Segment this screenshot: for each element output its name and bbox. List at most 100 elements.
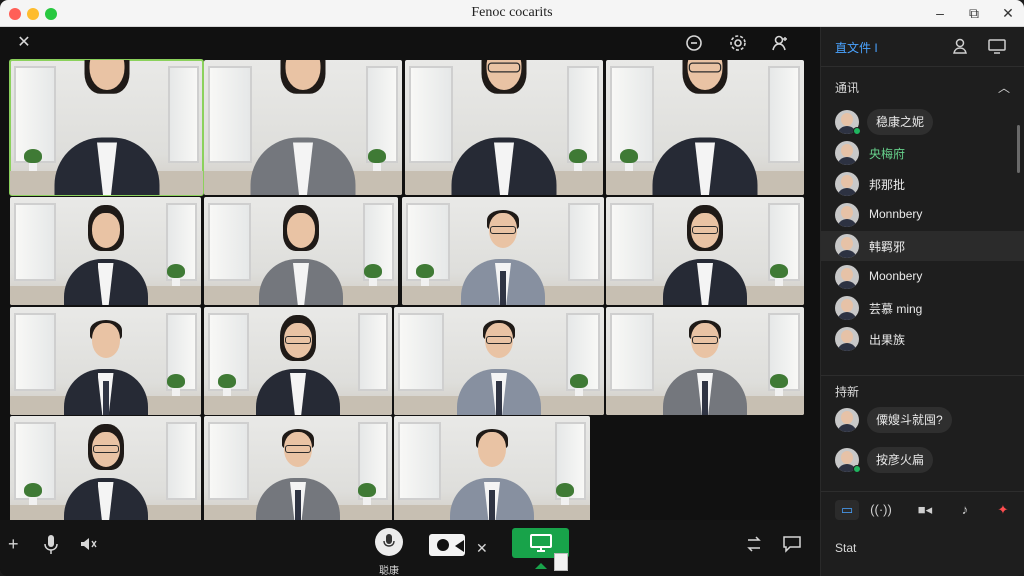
participants-section-title: 通讯 bbox=[835, 81, 860, 95]
participant-name: 邦那批 bbox=[869, 178, 906, 192]
participant-video-tile[interactable] bbox=[204, 307, 392, 415]
sidebar: 直文件 I 通讯 ︿ 稳康之妮央梅府邦那批 Monnbery 韩羁邪 Moonbery… bbox=[820, 27, 1024, 576]
app-window: Fenoc cocarits – ⧉ ✕ ✕ + 聪康 ✕ 直文件 I 通讯 ︿… bbox=[0, 0, 1024, 576]
settings-icon[interactable] bbox=[728, 33, 748, 53]
close-icon[interactable]: ✕ bbox=[998, 3, 1018, 23]
participant-figure bbox=[442, 416, 542, 524]
stage-toolbar: ✕ bbox=[0, 27, 820, 60]
message-bubble: 僳嫂斗就囤? bbox=[867, 407, 952, 433]
chat-icon[interactable] bbox=[782, 534, 804, 558]
person-icon[interactable] bbox=[951, 37, 969, 55]
close-camera-icon[interactable]: ✕ bbox=[476, 538, 488, 558]
participant-figure bbox=[655, 307, 755, 415]
participant-video-tile[interactable] bbox=[9, 59, 204, 196]
messages-section-title: 持新 bbox=[835, 385, 860, 399]
participant-video-tile[interactable] bbox=[606, 197, 804, 305]
close-panel-icon[interactable]: ✕ bbox=[14, 33, 34, 53]
participant-name: 出果族 bbox=[869, 333, 906, 347]
plant-decoration bbox=[24, 148, 42, 171]
participant-name: 韩羁邪 bbox=[869, 240, 906, 254]
avatar bbox=[835, 327, 859, 351]
avatar bbox=[835, 296, 859, 320]
participant-row[interactable]: 邦那批 bbox=[821, 169, 1024, 199]
video-grid bbox=[0, 27, 820, 547]
participant-video-tile[interactable] bbox=[10, 416, 201, 524]
camera-button[interactable] bbox=[429, 534, 465, 556]
message-bubble: 按彦火扁 bbox=[867, 447, 934, 473]
participant-video-tile[interactable] bbox=[606, 307, 804, 415]
bell-icon[interactable]: ♪ bbox=[953, 500, 977, 520]
participant-video-tile[interactable] bbox=[10, 307, 201, 415]
plant-decoration bbox=[620, 148, 638, 171]
plant-decoration bbox=[569, 148, 587, 171]
participant-video-tile[interactable] bbox=[394, 416, 590, 524]
sidebar-header: 直文件 I bbox=[821, 27, 1024, 67]
online-status-dot bbox=[853, 127, 861, 135]
plant-decoration bbox=[358, 482, 376, 505]
title-bar: Fenoc cocarits – ⧉ ✕ bbox=[0, 0, 1024, 27]
sidebar-dock: ▭ ((·)) ■◂ ♪ ✦ bbox=[821, 491, 1024, 527]
participant-figure bbox=[248, 416, 348, 524]
restore-icon[interactable]: ⧉ bbox=[964, 3, 984, 23]
speaker-muted-icon[interactable] bbox=[78, 534, 98, 558]
plant-decoration bbox=[556, 482, 574, 505]
participant-name: 稳康之妮 bbox=[867, 109, 934, 135]
message-row[interactable]: 按彦火扁 bbox=[821, 445, 1024, 475]
participant-row[interactable]: 芸慕 ming bbox=[821, 293, 1024, 323]
window-title: Fenoc cocarits bbox=[471, 5, 553, 20]
participant-row[interactable]: 出果族 bbox=[821, 324, 1024, 354]
mute-label: 聪康 bbox=[379, 566, 399, 576]
video-icon[interactable]: ■◂ bbox=[913, 500, 937, 520]
plant-decoration bbox=[167, 373, 185, 396]
participant-name: 芸慕 ming bbox=[869, 302, 923, 316]
avatar bbox=[835, 408, 859, 432]
participant-figure bbox=[56, 416, 156, 524]
participant-row[interactable]: Monnbery bbox=[821, 200, 1024, 230]
minimize-icon[interactable]: – bbox=[930, 3, 950, 23]
plant-decoration bbox=[770, 263, 788, 286]
footer-label[interactable]: Stat bbox=[835, 541, 856, 555]
plant-decoration bbox=[368, 148, 386, 171]
participant-figure bbox=[442, 60, 567, 195]
participant-row[interactable]: 韩羁邪 bbox=[821, 231, 1024, 261]
participant-row[interactable]: Moonbery bbox=[821, 262, 1024, 292]
participant-figure bbox=[453, 197, 553, 305]
participant-video-tile[interactable] bbox=[204, 60, 402, 195]
plant-decoration bbox=[24, 482, 42, 505]
share-preview-thumbnail[interactable] bbox=[554, 553, 568, 571]
participant-video-tile[interactable] bbox=[402, 197, 604, 305]
participant-row[interactable]: 稳康之妮 bbox=[821, 107, 1024, 137]
record-icon[interactable] bbox=[684, 33, 704, 53]
plant-decoration bbox=[364, 263, 382, 286]
alert-icon[interactable]: ✦ bbox=[991, 500, 1015, 520]
screen-share-icon[interactable]: ▭ bbox=[835, 500, 859, 520]
mute-button[interactable] bbox=[375, 528, 403, 556]
participant-video-tile[interactable] bbox=[204, 416, 392, 524]
participant-figure bbox=[56, 307, 156, 415]
meeting-stage: ✕ bbox=[0, 27, 820, 576]
microphone-icon[interactable] bbox=[42, 534, 60, 560]
participant-row[interactable]: 央梅府 bbox=[821, 138, 1024, 168]
add-icon[interactable]: + bbox=[8, 534, 19, 554]
participant-video-tile[interactable] bbox=[405, 60, 603, 195]
control-bar: + bbox=[0, 520, 820, 576]
avatar bbox=[835, 141, 859, 165]
screen-icon[interactable] bbox=[987, 37, 1006, 55]
participant-name: Monnbery bbox=[869, 207, 923, 221]
sidebar-title[interactable]: 直文件 I bbox=[835, 39, 878, 56]
share-options-chevron-icon[interactable] bbox=[535, 563, 547, 569]
participant-video-tile[interactable] bbox=[606, 60, 804, 195]
switch-layout-icon[interactable] bbox=[744, 534, 764, 558]
participant-name: Moonbery bbox=[869, 269, 923, 283]
plant-decoration bbox=[770, 373, 788, 396]
participant-figure bbox=[251, 197, 351, 305]
avatar bbox=[835, 265, 859, 289]
participant-video-tile[interactable] bbox=[204, 197, 398, 305]
broadcast-icon[interactable]: ((·)) bbox=[869, 500, 893, 520]
message-row[interactable]: 僳嫂斗就囤? bbox=[821, 405, 1024, 435]
user-icon[interactable] bbox=[770, 33, 790, 53]
participant-video-tile[interactable] bbox=[10, 197, 201, 305]
avatar bbox=[835, 203, 859, 227]
chevron-up-icon[interactable]: ︿ bbox=[998, 79, 1010, 96]
participant-video-tile[interactable] bbox=[394, 307, 604, 415]
